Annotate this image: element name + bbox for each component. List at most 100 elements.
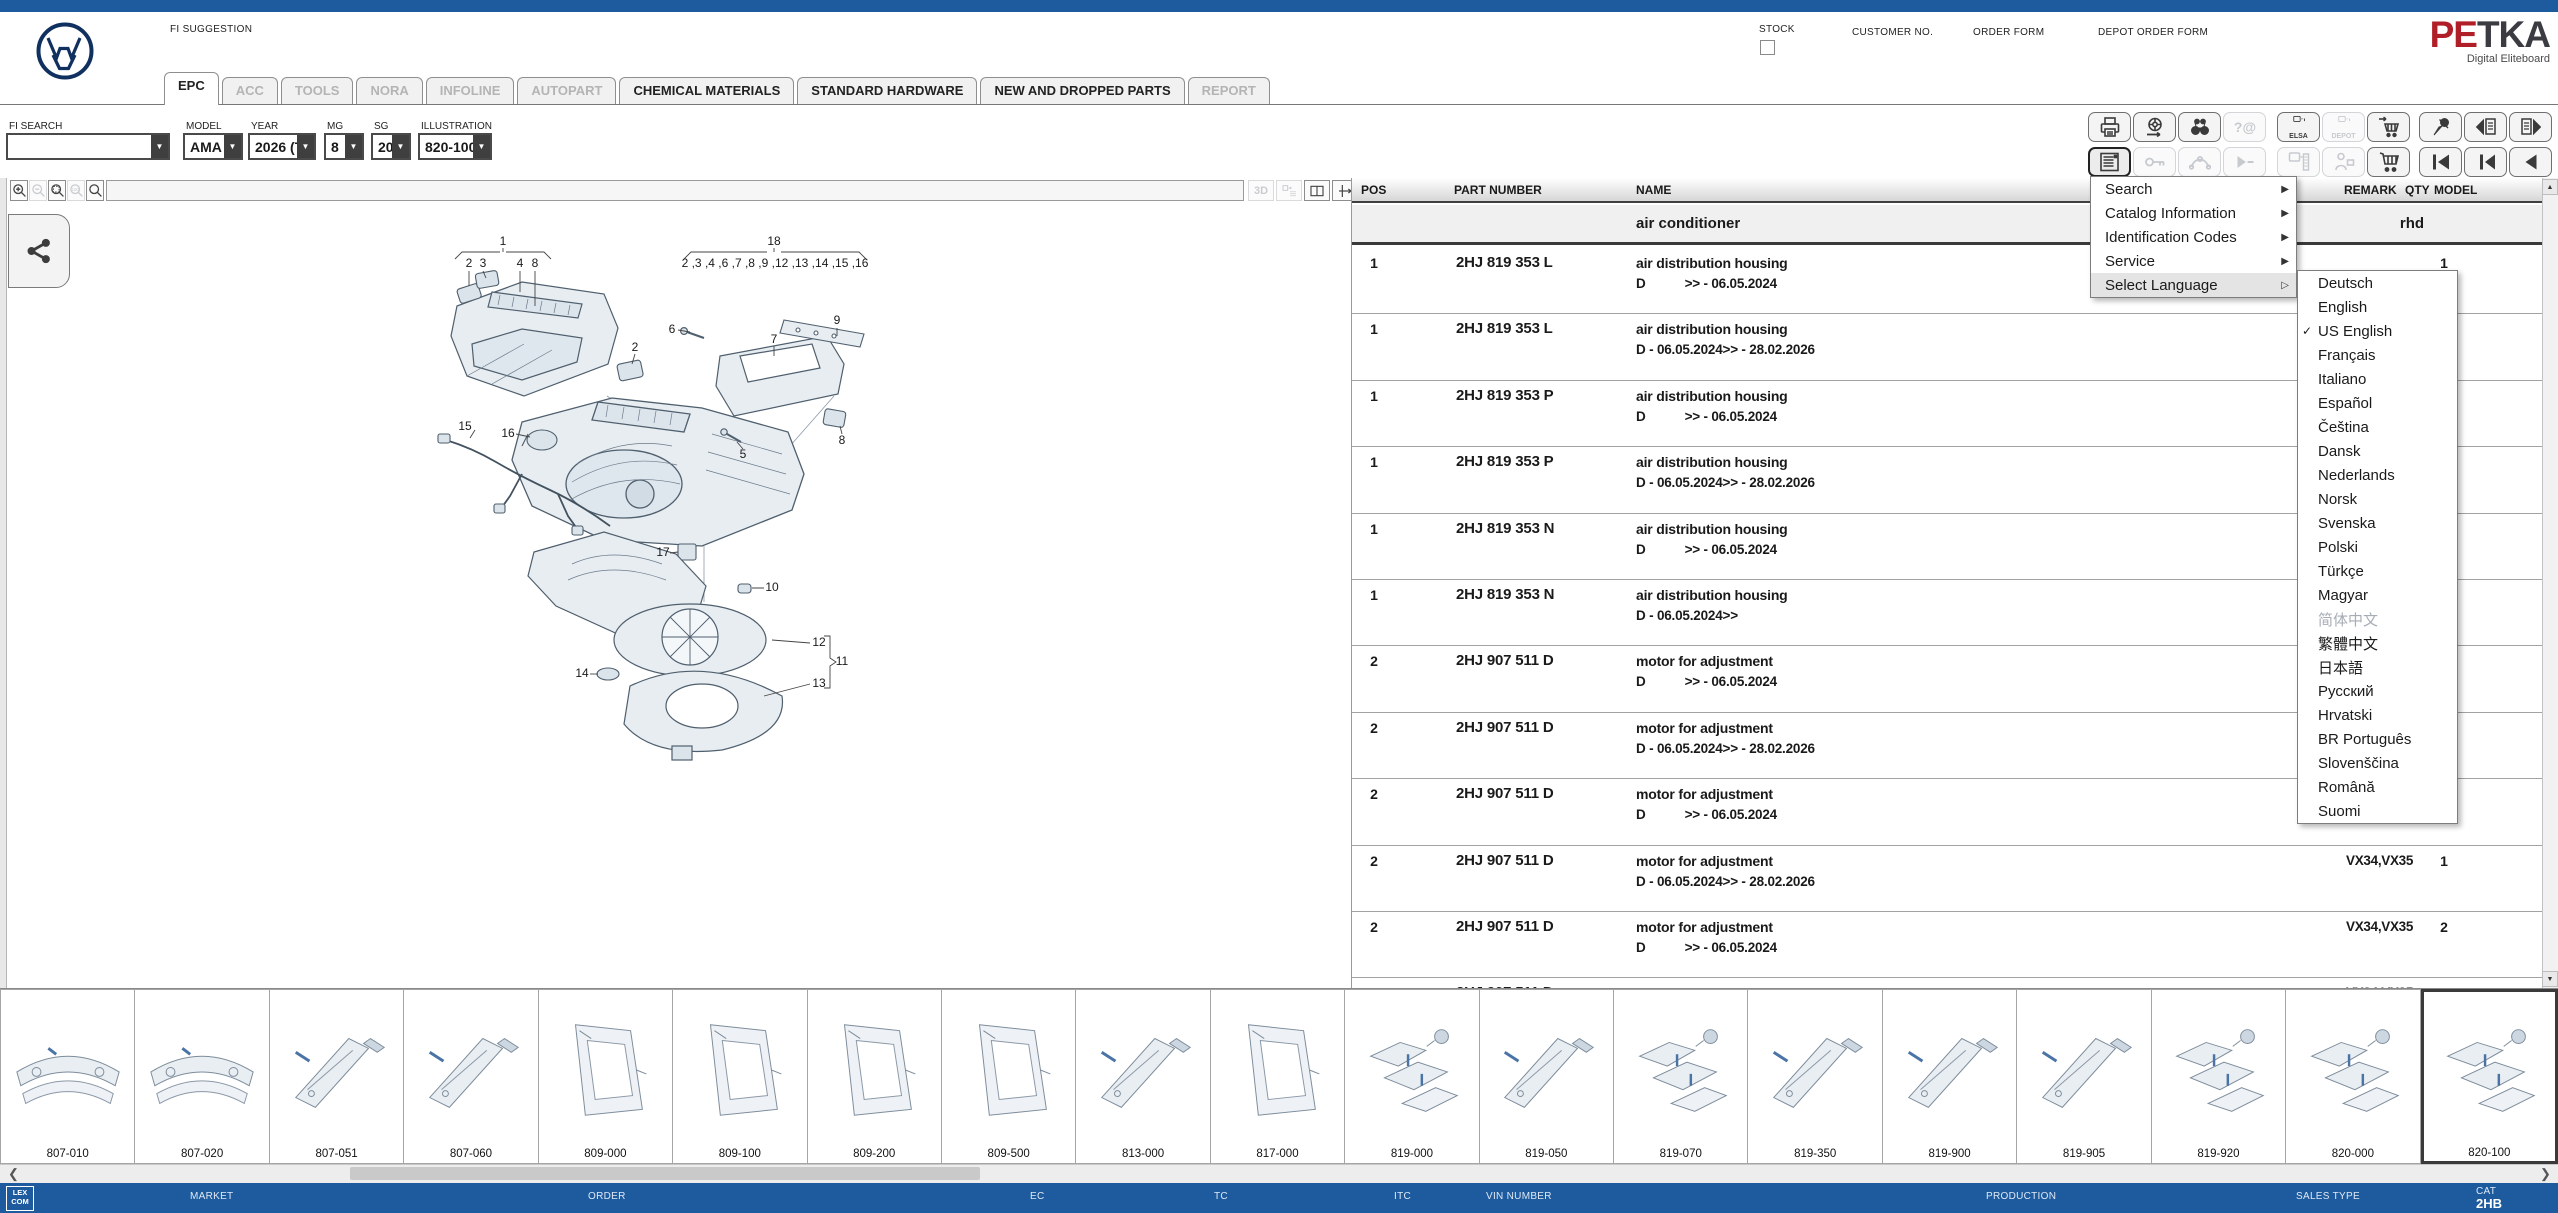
table-row[interactable]: 22HJ 907 511 Dmotor for adjustmentVX34,V… bbox=[1352, 978, 2542, 988]
illustration-combo[interactable]: 820-100▼ bbox=[418, 133, 492, 160]
thumbnail-scrollbar-thumb[interactable] bbox=[350, 1167, 980, 1180]
chevron-down-icon[interactable]: ▼ bbox=[151, 135, 168, 158]
model-combo[interactable]: AMA▼ bbox=[183, 133, 243, 160]
tyre-search-button[interactable] bbox=[2133, 112, 2176, 142]
menu-item-select-language[interactable]: Select Language▷ bbox=[2091, 273, 2296, 297]
language-item-11[interactable]: Svenska bbox=[2298, 511, 2457, 535]
tab-chemical-materials[interactable]: CHEMICAL MATERIALS bbox=[619, 77, 794, 105]
scroll-up-arrow[interactable]: ▲ bbox=[2542, 179, 2558, 195]
previous-group-button[interactable] bbox=[2464, 147, 2507, 177]
language-item-1[interactable]: Deutsch bbox=[2298, 271, 2457, 295]
thumbnail-820-100[interactable]: 820-100 bbox=[2421, 989, 2558, 1164]
tab-report[interactable]: REPORT bbox=[1188, 77, 1270, 105]
thumbnail-819-900[interactable]: 819-900 bbox=[1883, 989, 2017, 1164]
tab-autopart[interactable]: AUTOPART bbox=[517, 77, 616, 105]
thumbnail-809-000[interactable]: 809-000 bbox=[539, 989, 673, 1164]
first-illustration-button[interactable] bbox=[2419, 147, 2462, 177]
thumbnail-819-920[interactable]: 819-920 bbox=[2152, 989, 2286, 1164]
previous-illustration-button[interactable] bbox=[2509, 147, 2552, 177]
tab-acc[interactable]: ACC bbox=[222, 77, 278, 105]
customer-no-field[interactable]: CUSTOMER NO. bbox=[1852, 27, 1933, 38]
thumb-scroll-left-arrow[interactable]: ❮ bbox=[8, 1166, 19, 1182]
thumbnail-809-100[interactable]: 809-100 bbox=[673, 989, 807, 1164]
language-item-8[interactable]: Dansk bbox=[2298, 439, 2457, 463]
pin-button[interactable] bbox=[2419, 112, 2462, 142]
chevron-down-icon[interactable]: ▼ bbox=[473, 135, 490, 158]
language-item-14[interactable]: Magyar bbox=[2298, 583, 2457, 607]
thumbnail-807-010[interactable]: 807-010 bbox=[0, 989, 135, 1164]
year-combo[interactable]: 2026 (T)▼ bbox=[248, 133, 316, 160]
sg-combo[interactable]: 20▼ bbox=[371, 133, 411, 160]
language-item-16[interactable]: 繁體中文 bbox=[2298, 631, 2457, 655]
table-row[interactable]: 22HJ 907 511 Dmotor for adjustmentD - 06… bbox=[1352, 846, 2542, 912]
order-form-button[interactable]: ORDER FORM bbox=[1973, 27, 2044, 38]
language-item-6[interactable]: Español bbox=[2298, 391, 2457, 415]
language-item-21[interactable]: Slovenščina bbox=[2298, 751, 2457, 775]
thumbnail-807-051[interactable]: 807-051 bbox=[270, 989, 404, 1164]
chevron-down-icon[interactable]: ▼ bbox=[224, 135, 241, 158]
depot-order-form-button[interactable]: DEPOT ORDER FORM bbox=[2098, 27, 2208, 38]
language-item-20[interactable]: BR Português bbox=[2298, 727, 2457, 751]
table-row[interactable]: 22HJ 907 511 Dmotor for adjustmentD >> -… bbox=[1352, 912, 2542, 978]
thumbnail-813-000[interactable]: 813-000 bbox=[1076, 989, 1210, 1164]
chevron-down-icon[interactable]: ▼ bbox=[345, 135, 362, 158]
illustration-title-bar[interactable] bbox=[106, 180, 1244, 201]
shopping-cart-button[interactable] bbox=[2367, 147, 2410, 177]
mg-combo[interactable]: 8▼ bbox=[324, 133, 364, 160]
language-item-19[interactable]: Hrvatski bbox=[2298, 703, 2457, 727]
menu-item-catalog-information[interactable]: Catalog Information▶ bbox=[2091, 201, 2296, 225]
next-document-button[interactable] bbox=[2509, 112, 2552, 142]
tab-tools[interactable]: TOOLS bbox=[281, 77, 354, 105]
thumbnail-819-000[interactable]: 819-000 bbox=[1345, 989, 1479, 1164]
language-item-23[interactable]: Suomi bbox=[2298, 799, 2457, 823]
thumbnail-809-500[interactable]: 809-500 bbox=[942, 989, 1076, 1164]
left-splitter[interactable] bbox=[0, 178, 7, 988]
language-item-7[interactable]: Čeština bbox=[2298, 415, 2457, 439]
table-scrollbar[interactable] bbox=[2542, 178, 2558, 988]
thumbnail-817-000[interactable]: 817-000 bbox=[1211, 989, 1345, 1164]
thumbnail-819-905[interactable]: 819-905 bbox=[2017, 989, 2151, 1164]
export-cart-button[interactable] bbox=[2367, 112, 2410, 142]
scroll-down-arrow[interactable]: ▼ bbox=[2542, 971, 2558, 987]
thumbnail-819-070[interactable]: 819-070 bbox=[1614, 989, 1748, 1164]
tab-standard-hardware[interactable]: STANDARD HARDWARE bbox=[797, 77, 977, 105]
language-item-9[interactable]: Nederlands bbox=[2298, 463, 2457, 487]
tab-epc[interactable]: EPC bbox=[164, 72, 219, 105]
print-button[interactable] bbox=[2088, 112, 2131, 142]
thumbnail-819-350[interactable]: 819-350 bbox=[1748, 989, 1882, 1164]
share-button[interactable] bbox=[8, 214, 70, 288]
stock-checkbox[interactable] bbox=[1760, 40, 1775, 55]
thumbnail-807-060[interactable]: 807-060 bbox=[404, 989, 538, 1164]
language-item-10[interactable]: Norsk bbox=[2298, 487, 2457, 511]
binoculars-search-button[interactable] bbox=[2178, 112, 2221, 142]
language-item-17[interactable]: 日本語 bbox=[2298, 655, 2457, 679]
tab-nora[interactable]: NORA bbox=[356, 77, 422, 105]
view-split-button[interactable] bbox=[1304, 180, 1330, 201]
language-item-3[interactable]: ✓US English bbox=[2298, 319, 2457, 343]
elsa-button[interactable]: ELSA bbox=[2277, 112, 2320, 142]
thumb-scroll-right-arrow[interactable]: ❯ bbox=[2540, 1166, 2551, 1182]
language-item-12[interactable]: Polski bbox=[2298, 535, 2457, 559]
zoom-area-button[interactable] bbox=[48, 180, 66, 201]
menu-item-service[interactable]: Service▶ bbox=[2091, 249, 2296, 273]
fi-search-combo[interactable]: ▼ bbox=[6, 133, 170, 160]
thumbnail-807-020[interactable]: 807-020 bbox=[135, 989, 269, 1164]
parts-list-button[interactable] bbox=[2088, 147, 2131, 177]
thumbnail-820-000[interactable]: 820-000 bbox=[2286, 989, 2420, 1164]
chevron-down-icon[interactable]: ▼ bbox=[297, 135, 314, 158]
language-item-4[interactable]: Français bbox=[2298, 343, 2457, 367]
menu-item-identification-codes[interactable]: Identification Codes▶ bbox=[2091, 225, 2296, 249]
language-item-2[interactable]: English bbox=[2298, 295, 2457, 319]
language-item-13[interactable]: Türkçe bbox=[2298, 559, 2457, 583]
tab-infoline[interactable]: INFOLINE bbox=[426, 77, 515, 105]
language-item-18[interactable]: Русский bbox=[2298, 679, 2457, 703]
zoom-search-button[interactable] bbox=[86, 180, 104, 201]
menu-item-search[interactable]: Search▶ bbox=[2091, 177, 2296, 201]
tab-new-and-dropped-parts[interactable]: NEW AND DROPPED PARTS bbox=[980, 77, 1184, 105]
thumbnail-809-200[interactable]: 809-200 bbox=[808, 989, 942, 1164]
previous-document-button[interactable] bbox=[2464, 112, 2507, 142]
thumbnail-819-050[interactable]: 819-050 bbox=[1480, 989, 1614, 1164]
language-item-5[interactable]: Italiano bbox=[2298, 367, 2457, 391]
exploded-parts-illustration[interactable]: 12348182 ,3 ,4 ,6 ,7 ,8 ,9 ,12 ,13 ,14 ,… bbox=[372, 234, 928, 934]
chevron-down-icon[interactable]: ▼ bbox=[392, 135, 409, 158]
